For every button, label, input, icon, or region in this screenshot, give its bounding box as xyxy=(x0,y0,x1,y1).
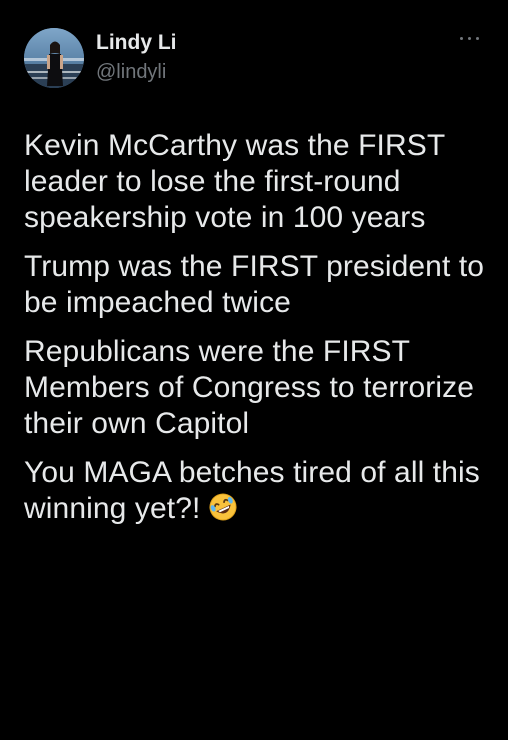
tweet-text: Kevin McCarthy was the FIRST leader to l… xyxy=(24,128,489,540)
more-horizontal-icon[interactable] xyxy=(458,32,484,46)
tweet: Lindy Li @lindyli Kevin McCarthy was the… xyxy=(0,0,508,740)
tweet-header: Lindy Li @lindyli xyxy=(24,28,484,90)
display-name[interactable]: Lindy Li xyxy=(96,30,177,56)
user-handle[interactable]: @lindyli xyxy=(96,59,177,85)
tweet-paragraph: Republicans were the FIRST Members of Co… xyxy=(24,335,475,440)
tweet-paragraph: Kevin McCarthy was the FIRST leader to l… xyxy=(24,129,445,234)
tweet-paragraph-last: You MAGA betches tired of all this winni… xyxy=(24,455,489,527)
tweet-paragraph-text: You MAGA betches tired of all this winni… xyxy=(24,456,480,525)
rolling-on-the-floor-laughing-emoji xyxy=(208,492,238,522)
tweet-paragraph: Trump was the FIRST president to be impe… xyxy=(24,250,485,319)
author-names: Lindy Li @lindyli xyxy=(96,30,177,85)
avatar[interactable] xyxy=(24,28,84,88)
